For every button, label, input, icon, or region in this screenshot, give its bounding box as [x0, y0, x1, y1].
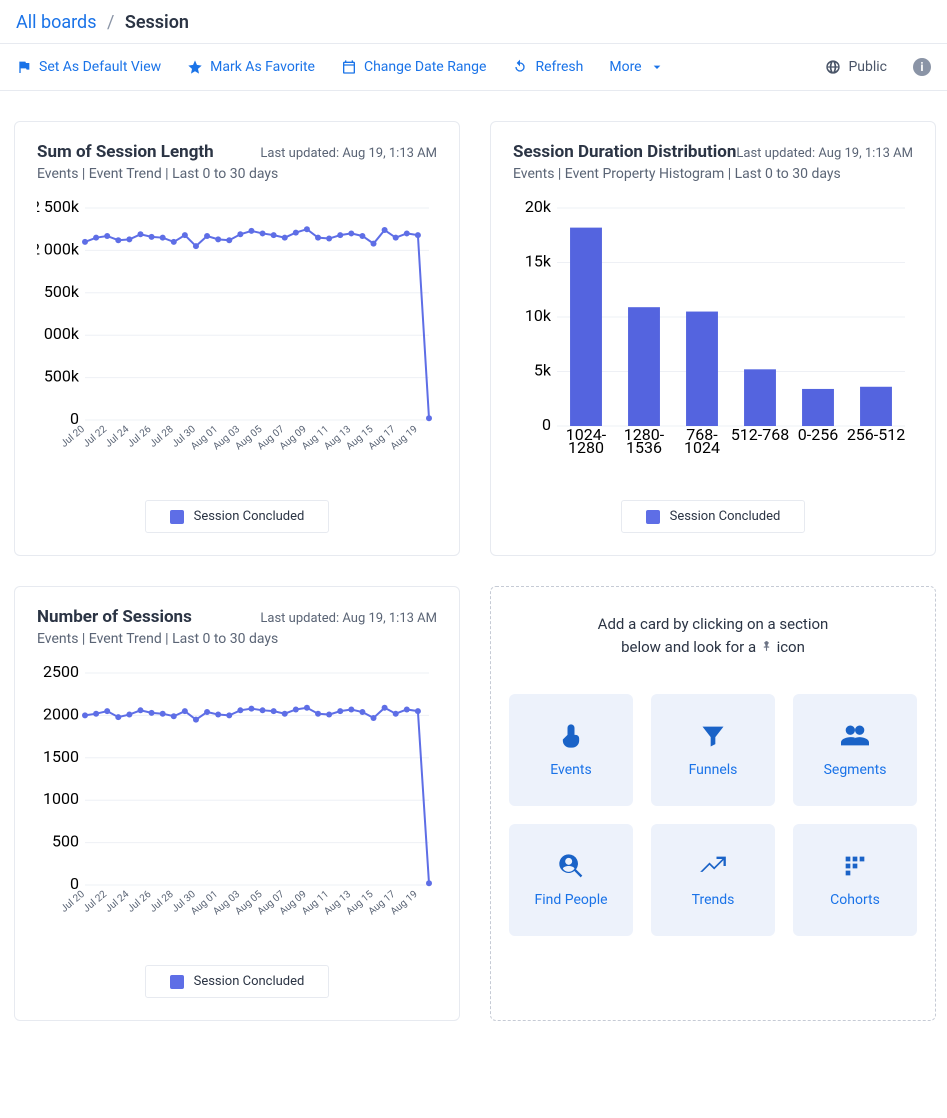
section-funnels-button[interactable]: Funnels	[651, 694, 775, 806]
legend: Session Concluded	[145, 500, 330, 533]
svg-text:1 000k: 1 000k	[37, 324, 80, 343]
card-updated: Last updated: Aug 19, 1:13 AM	[260, 611, 437, 626]
svg-text:Jul 24: Jul 24	[103, 424, 131, 450]
person-search-icon	[557, 852, 585, 880]
visibility-button[interactable]: Public	[825, 59, 887, 75]
svg-text:Jul 28: Jul 28	[148, 424, 176, 450]
more-label: More	[609, 59, 641, 75]
section-events-button[interactable]: Events	[509, 694, 633, 806]
svg-text:256-512: 256-512	[847, 425, 905, 444]
board: Sum of Session Length Last updated: Aug …	[0, 91, 947, 1051]
legend: Session Concluded	[621, 500, 806, 533]
chart-session-duration-dist: 05k10k15k20k1024-12801280-1536768-102451…	[513, 198, 913, 482]
legend-label: Session Concluded	[194, 509, 305, 524]
svg-text:Jul 26: Jul 26	[126, 889, 154, 915]
legend-swatch	[646, 510, 660, 524]
svg-text:Jul 22: Jul 22	[81, 889, 109, 915]
set-default-view-button[interactable]: Set As Default View	[16, 59, 161, 75]
refresh-button[interactable]: Refresh	[512, 59, 583, 75]
svg-text:1 500k: 1 500k	[37, 282, 80, 301]
breadcrumb-sep: /	[107, 12, 114, 33]
card-updated: Last updated: Aug 19, 1:13 AM	[736, 146, 913, 161]
svg-text:5k: 5k	[534, 361, 552, 380]
card-session-duration-dist: Session Duration Distribution Last updat…	[490, 121, 936, 556]
breadcrumb-root[interactable]: All boards	[16, 12, 97, 33]
calendar-icon	[341, 59, 357, 75]
chevron-down-icon	[649, 59, 665, 75]
breadcrumb: All boards / Session	[0, 0, 947, 43]
globe-icon	[825, 59, 841, 75]
svg-text:1280: 1280	[568, 438, 604, 457]
svg-text:Jul 24: Jul 24	[103, 889, 131, 915]
svg-text:2000: 2000	[43, 704, 79, 723]
star-icon	[187, 59, 203, 75]
svg-text:2 500k: 2 500k	[37, 198, 80, 216]
card-title: Number of Sessions	[37, 607, 192, 627]
card-title: Sum of Session Length	[37, 142, 214, 162]
grid-icon	[841, 852, 869, 880]
visibility-label: Public	[848, 59, 887, 75]
card-title: Session Duration Distribution	[513, 142, 736, 162]
section-label: Events	[550, 762, 591, 778]
section-trends-button[interactable]: Trends	[651, 824, 775, 936]
section-label: Funnels	[689, 762, 738, 778]
add-card-placeholder: Add a card by clicking on a section belo…	[490, 586, 936, 1021]
breadcrumb-current: Session	[125, 12, 189, 33]
chart-num-sessions: 05001000150020002500Jul 20Jul 22Jul 24Ju…	[37, 663, 437, 947]
card-num-sessions: Number of Sessions Last updated: Aug 19,…	[14, 586, 460, 1021]
pin-icon	[760, 640, 773, 653]
flag-icon	[16, 59, 32, 75]
change-date-range-label: Change Date Range	[364, 59, 486, 75]
card-sum-session-length: Sum of Session Length Last updated: Aug …	[14, 121, 460, 556]
change-date-range-button[interactable]: Change Date Range	[341, 59, 486, 75]
add-card-hint: Add a card by clicking on a section belo…	[509, 613, 917, 660]
tap-icon	[557, 722, 585, 750]
svg-text:1500: 1500	[43, 747, 79, 766]
svg-text:Jul 26: Jul 26	[126, 424, 154, 450]
section-label: Cohorts	[830, 892, 880, 908]
funnel-icon	[699, 722, 727, 750]
info-button[interactable]: i	[913, 58, 931, 76]
refresh-icon	[512, 59, 528, 75]
svg-text:2500: 2500	[43, 663, 79, 681]
mark-favorite-button[interactable]: Mark As Favorite	[187, 59, 315, 75]
toolbar: Set As Default View Mark As Favorite Cha…	[0, 43, 947, 91]
section-label: Trends	[692, 892, 735, 908]
svg-text:0: 0	[542, 415, 551, 434]
trend-icon	[699, 852, 727, 880]
legend: Session Concluded	[145, 965, 330, 998]
svg-text:500k: 500k	[44, 367, 80, 386]
card-subtitle: Events | Event Trend | Last 0 to 30 days	[37, 631, 437, 647]
more-button[interactable]: More	[609, 59, 664, 75]
svg-text:0-256: 0-256	[798, 425, 838, 444]
svg-text:1024: 1024	[684, 438, 720, 457]
legend-label: Session Concluded	[670, 509, 781, 524]
refresh-label: Refresh	[535, 59, 583, 75]
svg-text:500: 500	[52, 832, 79, 851]
svg-text:15k: 15k	[525, 252, 552, 271]
card-subtitle: Events | Event Property Histogram | Last…	[513, 166, 913, 182]
section-cohorts-button[interactable]: Cohorts	[793, 824, 917, 936]
legend-label: Session Concluded	[194, 974, 305, 989]
mark-favorite-label: Mark As Favorite	[210, 59, 315, 75]
section-find-people-button[interactable]: Find People	[509, 824, 633, 936]
people-icon	[841, 722, 869, 750]
chart-sum-session-length: 0500k1 000k1 500k2 000k2 500kJul 20Jul 2…	[37, 198, 437, 482]
set-default-view-label: Set As Default View	[39, 59, 161, 75]
legend-swatch	[170, 510, 184, 524]
svg-text:512-768: 512-768	[731, 425, 789, 444]
legend-swatch	[170, 975, 184, 989]
card-subtitle: Events | Event Trend | Last 0 to 30 days	[37, 166, 437, 182]
svg-text:Jul 22: Jul 22	[81, 424, 109, 450]
svg-text:2 000k: 2 000k	[37, 239, 80, 258]
card-updated: Last updated: Aug 19, 1:13 AM	[260, 146, 437, 161]
section-segments-button[interactable]: Segments	[793, 694, 917, 806]
svg-text:10k: 10k	[525, 306, 552, 325]
svg-text:1000: 1000	[43, 789, 79, 808]
svg-text:Jul 28: Jul 28	[148, 889, 176, 915]
section-label: Segments	[824, 762, 887, 778]
section-label: Find People	[534, 892, 607, 908]
svg-text:20k: 20k	[525, 198, 552, 216]
svg-text:1536: 1536	[626, 438, 662, 457]
